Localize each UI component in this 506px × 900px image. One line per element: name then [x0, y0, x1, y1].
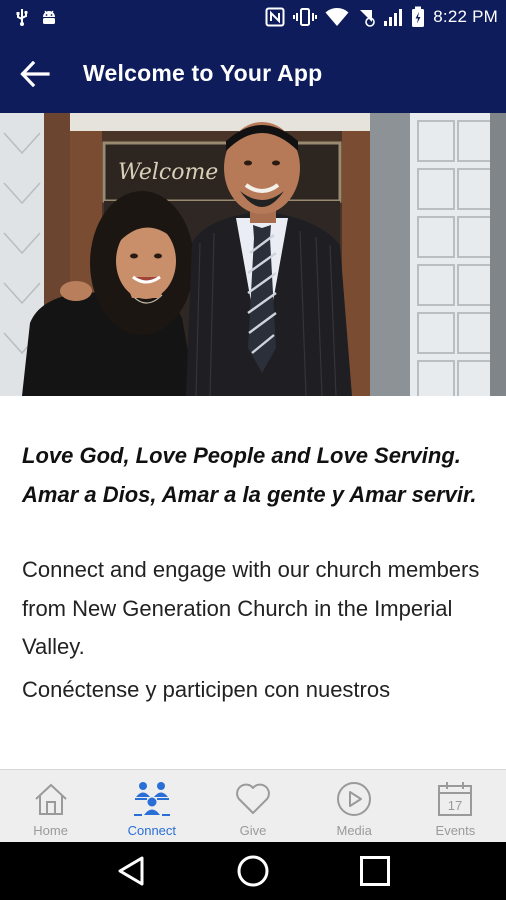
- tab-connect-label: Connect: [127, 823, 177, 838]
- bottom-nav: Home Connect Give Media 17 Events: [0, 769, 506, 842]
- tab-events-label: Events: [435, 823, 476, 838]
- calendar-icon: 17: [437, 779, 473, 819]
- arrow-left-icon: [20, 60, 50, 87]
- system-home-button[interactable]: [223, 842, 283, 900]
- description-spanish: Conéctense y participen con nuestros: [22, 676, 391, 702]
- system-back-button[interactable]: [101, 842, 161, 900]
- square-recents-icon: [360, 856, 390, 886]
- welcome-sign-text: Welcome: [118, 160, 218, 185]
- tab-give[interactable]: Give: [202, 770, 303, 842]
- tab-home-label: Home: [33, 823, 68, 838]
- tab-events[interactable]: 17 Events: [405, 770, 506, 842]
- people-icon: [133, 779, 171, 819]
- content-area: Love God, Love People and Love Serving. …: [0, 396, 506, 769]
- app-bar: Welcome to Your App: [0, 34, 506, 113]
- page-title: Welcome to Your App: [83, 60, 323, 86]
- usb-icon: [14, 8, 30, 26]
- battery-icon: [411, 6, 425, 28]
- tab-give-label: Give: [239, 823, 267, 838]
- tab-connect[interactable]: Connect: [101, 770, 202, 842]
- back-button[interactable]: [0, 34, 70, 113]
- status-time: 8:22 PM: [433, 7, 498, 26]
- system-nav-bar: [0, 842, 506, 900]
- status-bar: 8:22 PM: [0, 0, 506, 34]
- tab-home[interactable]: Home: [0, 770, 101, 842]
- calendar-day: 17: [448, 798, 462, 813]
- data-saver-icon: [357, 7, 376, 27]
- system-recents-button[interactable]: [345, 842, 405, 900]
- status-right-icons: 8:22 PM: [265, 6, 498, 28]
- nfc-icon: [265, 7, 285, 27]
- signal-icon: [383, 7, 403, 27]
- tagline: Love God, Love People and Love Serving. …: [22, 443, 477, 507]
- heart-icon: [235, 779, 271, 819]
- play-icon: [336, 779, 372, 819]
- home-icon: [33, 779, 69, 819]
- circle-home-icon: [237, 855, 269, 887]
- description-english: Connect and engage with our church membe…: [22, 557, 480, 659]
- tab-media-label: Media: [336, 823, 372, 838]
- triangle-back-icon: [118, 856, 144, 886]
- android-icon: [40, 8, 58, 26]
- hero-image: Welcome: [0, 113, 506, 396]
- wifi-icon: [325, 7, 349, 27]
- status-left-icons: [14, 8, 58, 26]
- tab-media[interactable]: Media: [304, 770, 405, 842]
- hero-photo: Welcome: [0, 113, 506, 396]
- vibrate-icon: [293, 7, 318, 27]
